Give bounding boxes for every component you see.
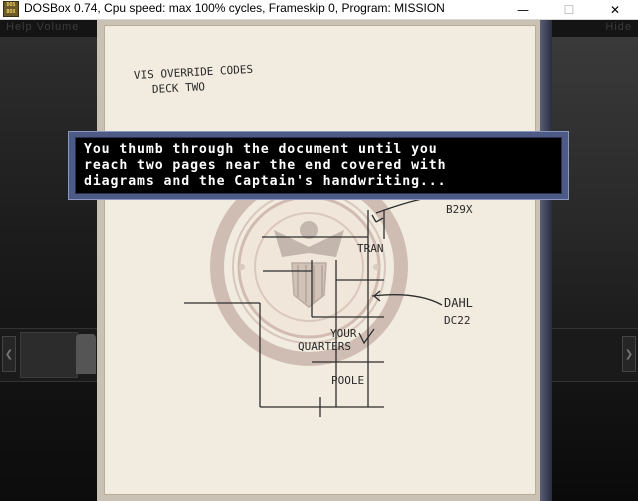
chevron-left-icon[interactable]: ❮: [2, 336, 16, 372]
app-icon-label: DOS BOX: [6, 2, 16, 15]
background-figure: [76, 334, 96, 374]
message-line-2: reach two pages near the end covered wit…: [84, 158, 447, 173]
document-edge-shadow: [540, 20, 552, 501]
message-line-1: You thumb through the document until you: [84, 142, 438, 157]
close-button[interactable]: ✕: [592, 0, 638, 19]
message-dialog[interactable]: You thumb through the document until you…: [68, 131, 569, 200]
chevron-right-icon[interactable]: ❯: [622, 336, 636, 372]
game-viewport[interactable]: Help Volume Hide ❮ ❯ VIS OVERRIDE CODES …: [0, 20, 638, 501]
window-title: DOSBox 0.74, Cpu speed: max 100% cycles,…: [24, 1, 445, 15]
minimize-button[interactable]: —: [500, 0, 546, 19]
game-menu-hide[interactable]: Hide: [605, 21, 632, 33]
note-your: YOUR: [330, 327, 357, 340]
maximize-button[interactable]: ☐: [546, 0, 592, 19]
message-dialog-body: You thumb through the document until you…: [75, 137, 562, 194]
navy-seal-watermark: [210, 168, 408, 366]
dosbox-app-icon[interactable]: DOS BOX: [3, 1, 19, 17]
document-diagram: [184, 168, 450, 417]
note-poole: POOLE: [331, 374, 365, 387]
note-b29x: B29X: [446, 203, 473, 216]
game-menu-left[interactable]: Help Volume: [6, 21, 79, 33]
note-deck-two: DECK TWO: [151, 80, 206, 96]
background-console: [20, 332, 78, 378]
dosbox-window: DOS BOX DOSBox 0.74, Cpu speed: max 100%…: [0, 0, 638, 501]
note-dahl: DAHL: [444, 296, 473, 310]
note-quarters: QUARTERS: [298, 340, 351, 353]
note-dc22: DC22: [444, 314, 471, 327]
background-scene-right: [552, 37, 638, 501]
message-line-3: diagrams and the Captain's handwriting..…: [84, 174, 447, 189]
title-bar: DOS BOX DOSBox 0.74, Cpu speed: max 100%…: [0, 0, 638, 20]
background-scene-left: [0, 37, 97, 501]
note-tran: TRAN: [357, 242, 384, 255]
